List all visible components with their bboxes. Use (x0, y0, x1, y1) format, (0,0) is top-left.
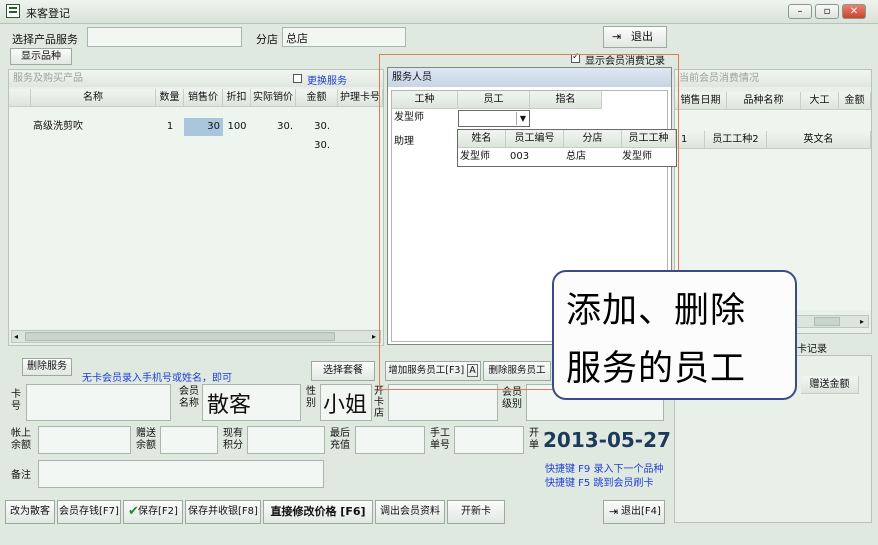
col-staff-type-2[interactable]: 员工工种2 (705, 131, 767, 149)
col-extra-1[interactable]: 1 (675, 131, 705, 149)
points-label: 现有积分 (223, 428, 243, 451)
services-grid[interactable]: 名称 数量 销售价 折扣 实际销价 金额 护理卡号 高级洗剪吹 1 30 100… (9, 89, 383, 329)
exit-bottom-label: 退出[F4] (621, 506, 661, 517)
window-title: 来客登记 (26, 7, 70, 20)
member-level-label: 会员级别 (502, 387, 522, 410)
last-recharge-field[interactable] (355, 426, 425, 454)
exit-button-top[interactable]: ⇥ 退出 (603, 26, 667, 48)
account-balance-field[interactable] (38, 426, 131, 454)
consumption-scroll-thumb[interactable] (814, 317, 840, 326)
close-icon[interactable]: ✕ (842, 4, 866, 19)
col-amount[interactable]: 金额 (296, 89, 338, 107)
cell-discount: 100 (227, 121, 247, 132)
scroll-thumb[interactable] (25, 332, 335, 341)
card-records-label[interactable]: 卡记录 (797, 340, 827, 355)
cell-actual: 30. (277, 121, 293, 132)
col-care-card[interactable]: 护理卡号 (338, 89, 383, 107)
gift-balance-label: 赠送余额 (136, 428, 156, 451)
member-deposit-button[interactable]: 会员存钱[F7] (57, 500, 121, 524)
no-card-hint: 无卡会员录入手机号或姓名，即可 (82, 373, 232, 384)
member-name-field[interactable]: 散客 (202, 384, 301, 421)
select-package-button[interactable]: 选择套餐 (311, 361, 375, 381)
consumption-scroll-right-icon[interactable]: ▸ (860, 317, 864, 326)
col-price[interactable]: 销售价 (184, 89, 223, 107)
services-panel: 服务及购买产品 更换服务 名称 数量 销售价 折扣 实际销价 金额 护理卡号 高… (8, 69, 384, 346)
gift-balance-field[interactable] (160, 426, 218, 454)
gender-label: 性别 (306, 386, 316, 409)
account-balance-label: 帐上余额 (11, 428, 31, 451)
product-label: 选择产品服务 (12, 33, 78, 46)
callout-line-2: 服务的员工 (566, 349, 747, 389)
col-qty[interactable]: 数量 (156, 89, 184, 107)
total-amount: 30. (314, 140, 330, 151)
col-name[interactable]: 名称 (31, 89, 156, 107)
row-header-corner (9, 89, 31, 107)
note-label: 备注 (11, 470, 31, 481)
col-item-name[interactable]: 品种名称 (727, 92, 801, 110)
col-senior-staff[interactable]: 大工 (801, 92, 839, 110)
col-discount[interactable]: 折扣 (223, 89, 251, 107)
shortcut-hint-2: 快捷键 F5 跳到会员刷卡 (545, 478, 654, 489)
check-icon: ✔ (128, 504, 139, 519)
save-label: 保存[F2] (138, 506, 178, 517)
last-recharge-label: 最后充值 (330, 428, 350, 451)
points-field[interactable] (247, 426, 325, 454)
col-english-name[interactable]: 英文名 (767, 131, 871, 149)
branch-field[interactable]: 总店 (282, 27, 406, 47)
exit-label: 退出 (631, 30, 653, 43)
member-consumption-title: 当前会员消费情况 (675, 70, 871, 87)
note-field[interactable] (38, 460, 324, 488)
member-name-label: 会员名称 (179, 386, 199, 409)
cell-amount: 30. (314, 121, 330, 132)
table-row[interactable]: 高级洗剪吹 1 30 100 30. 30. (9, 118, 383, 136)
edit-price-label: 直接修改价格 (270, 505, 337, 518)
open-store-label: 开卡店 (374, 386, 384, 419)
app-icon (6, 4, 20, 18)
load-member-button[interactable]: 调出会员资料 (375, 500, 445, 524)
tutorial-callout: 添加、删除 服务的员工 (552, 270, 797, 400)
exit-bottom-icon: ⇥ (609, 505, 619, 518)
save-checkout-button[interactable]: 保存并收银[F8] (185, 500, 261, 524)
scroll-right-icon[interactable]: ▸ (372, 332, 376, 341)
product-input[interactable] (87, 27, 242, 47)
manual-no-field[interactable] (454, 426, 524, 454)
show-products-button[interactable]: 显示品种 (10, 48, 72, 65)
edit-price-button[interactable]: 直接修改价格 [F6] (263, 500, 373, 524)
col-gift-amount[interactable]: 赠送金额 (801, 376, 859, 394)
edit-price-key: [F6] (340, 505, 366, 518)
new-card-button[interactable]: 开新卡 (447, 500, 505, 524)
maximize-icon[interactable]: ▫ (815, 4, 839, 19)
exit-button-bottom[interactable]: ⇥ 退出[F4] (603, 500, 665, 524)
services-scrollbar[interactable]: ◂ ▸ (11, 330, 381, 343)
exit-icon: ⇥ (612, 30, 622, 43)
callout-line-1: 添加、删除 (566, 291, 747, 331)
open-bill-label: 开单 (529, 428, 539, 451)
gender-field[interactable]: 小姐 (320, 384, 372, 421)
col-actual-price[interactable]: 实际销价 (251, 89, 296, 107)
card-input[interactable] (26, 384, 171, 421)
minimize-icon[interactable]: – (788, 4, 812, 19)
branch-label: 分店 (256, 33, 278, 46)
cell-price[interactable]: 30 (184, 118, 223, 136)
col-sale-date[interactable]: 销售日期 (675, 92, 727, 110)
card-label: 卡号 (11, 389, 21, 412)
manual-no-label: 手工单号 (430, 428, 450, 451)
to-walkin-button[interactable]: 改为散客 (5, 500, 55, 524)
save-button[interactable]: ✔ 保存[F2] (123, 500, 183, 524)
cell-qty: 1 (166, 121, 174, 132)
change-service-checkbox[interactable] (293, 74, 302, 83)
scroll-left-icon[interactable]: ◂ (14, 332, 18, 341)
col-consumption-amount[interactable]: 金额 (839, 92, 871, 110)
title-bar: 来客登记 – ▫ ✕ (0, 0, 878, 24)
delete-service-button[interactable]: 删除服务 (22, 358, 72, 376)
bill-date[interactable]: 2013-05-27 (543, 428, 671, 452)
change-service-label: 更换服务 (307, 76, 347, 87)
cell-name: 高级洗剪吹 (33, 121, 83, 132)
shortcut-hint-1: 快捷键 F9 录入下一个品种 (545, 464, 664, 475)
